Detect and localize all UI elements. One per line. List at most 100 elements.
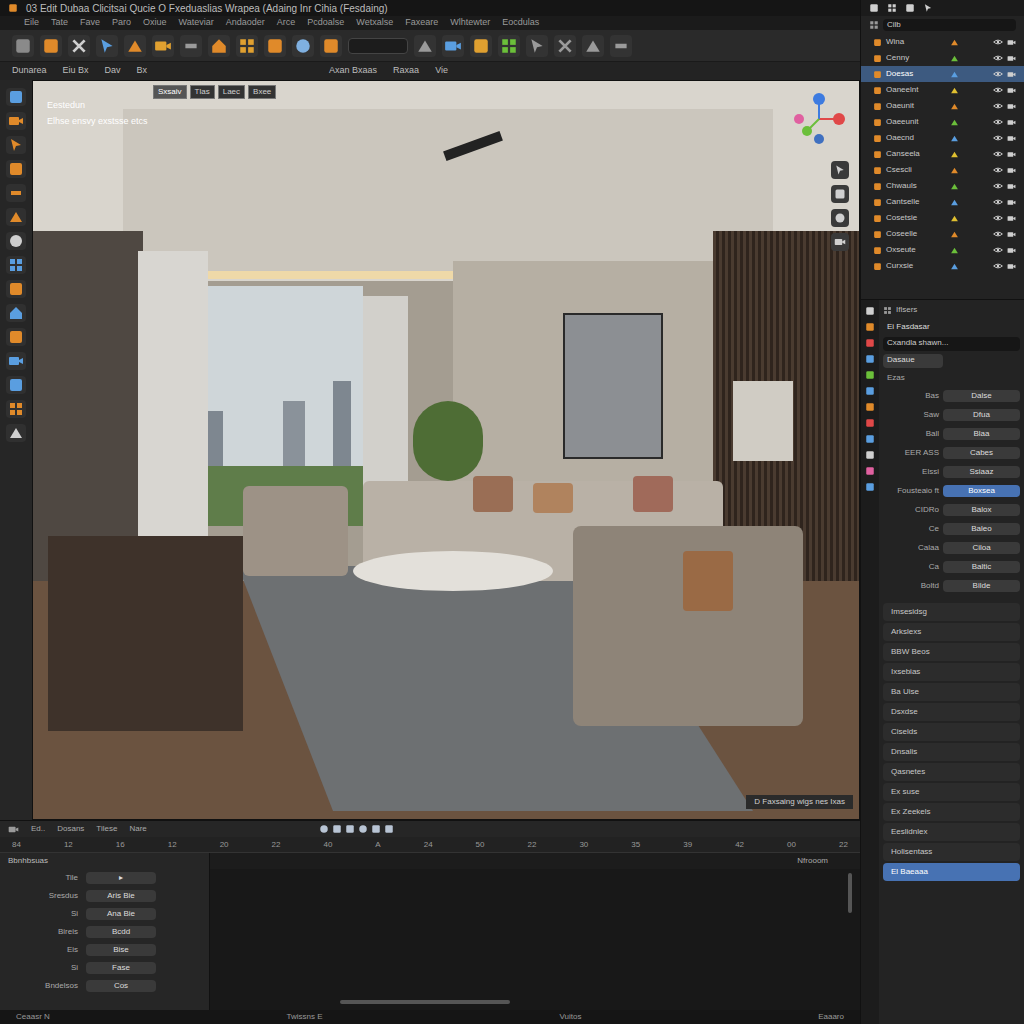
timeline-menu-item[interactable]: Dosans bbox=[57, 823, 84, 835]
properties-tab-icon[interactable] bbox=[865, 306, 875, 316]
render-icon[interactable] bbox=[1007, 230, 1016, 239]
property-value[interactable]: Aris Bie bbox=[86, 890, 156, 902]
viewport-tab[interactable]: Tlas bbox=[190, 85, 215, 99]
eye-icon[interactable] bbox=[993, 229, 1003, 239]
render-icon[interactable] bbox=[1007, 70, 1016, 79]
property-value[interactable]: ▸ bbox=[86, 872, 156, 884]
menu-item[interactable]: Wetxalse bbox=[356, 16, 393, 30]
menu-item[interactable]: Tate bbox=[51, 16, 68, 30]
tool-icon[interactable] bbox=[470, 35, 492, 57]
property-value[interactable]: Blaa bbox=[943, 428, 1020, 440]
eye-icon[interactable] bbox=[993, 197, 1003, 207]
tool-icon[interactable] bbox=[442, 35, 464, 57]
outliner-tool-icon[interactable] bbox=[923, 3, 933, 13]
viewport-tab[interactable]: Bxee bbox=[248, 85, 276, 99]
outliner-item[interactable]: Oaneelnt bbox=[861, 82, 1024, 98]
properties-list-item[interactable]: El Baeaaa bbox=[883, 863, 1020, 881]
tool-icon[interactable] bbox=[124, 35, 146, 57]
tool-icon[interactable] bbox=[6, 184, 26, 202]
tool-icon[interactable] bbox=[6, 376, 26, 394]
menu-item[interactable]: Oxiue bbox=[143, 16, 167, 30]
tool-icon[interactable] bbox=[554, 35, 576, 57]
tool-icon[interactable] bbox=[414, 35, 436, 57]
properties-list-item[interactable]: Arkslexs bbox=[883, 623, 1020, 641]
outliner-item[interactable]: Oaeunit bbox=[861, 98, 1024, 114]
properties-tab-icon[interactable] bbox=[865, 402, 875, 412]
viewport-menu-item[interactable]: Dunarea bbox=[12, 64, 47, 78]
render-icon[interactable] bbox=[1007, 246, 1016, 255]
tool-icon[interactable] bbox=[40, 35, 62, 57]
viewport-tab[interactable]: Laec bbox=[218, 85, 245, 99]
properties-tab-icon[interactable] bbox=[865, 338, 875, 348]
tool-icon[interactable] bbox=[6, 280, 26, 298]
tool-icon[interactable] bbox=[526, 35, 548, 57]
scrollbar[interactable] bbox=[848, 873, 852, 913]
eye-icon[interactable] bbox=[993, 69, 1003, 79]
tool-icon[interactable] bbox=[6, 232, 26, 250]
scrollbar[interactable] bbox=[340, 1000, 510, 1004]
eye-icon[interactable] bbox=[993, 53, 1003, 63]
eye-icon[interactable] bbox=[993, 149, 1003, 159]
viewport-menu-item[interactable]: Eiu Bx bbox=[63, 64, 89, 78]
eye-icon[interactable] bbox=[993, 213, 1003, 223]
outliner-item[interactable]: Oaecnd bbox=[861, 130, 1024, 146]
tool-icon[interactable] bbox=[6, 112, 26, 130]
render-icon[interactable] bbox=[1007, 182, 1016, 191]
outliner-tool-icon[interactable] bbox=[887, 3, 897, 13]
properties-list-item[interactable]: Ciselds bbox=[883, 723, 1020, 741]
axis-gizmo-icon[interactable] bbox=[791, 91, 847, 147]
property-value[interactable]: Balox bbox=[943, 504, 1020, 516]
properties-list-item[interactable]: Dsxdse bbox=[883, 703, 1020, 721]
eye-icon[interactable] bbox=[993, 165, 1003, 175]
render-icon[interactable] bbox=[1007, 118, 1016, 127]
tool-icon[interactable] bbox=[292, 35, 314, 57]
render-icon[interactable] bbox=[1007, 166, 1016, 175]
viewport-menu-item[interactable]: Axan Bxaas bbox=[329, 64, 377, 78]
playback-icon[interactable] bbox=[319, 824, 329, 834]
property-value[interactable]: Bise bbox=[86, 944, 156, 956]
tool-icon[interactable] bbox=[152, 35, 174, 57]
property-value[interactable]: Ana Bie bbox=[86, 908, 156, 920]
property-value[interactable]: Fase bbox=[86, 962, 156, 974]
viewport-tab[interactable]: Sxsaiv bbox=[153, 85, 187, 99]
property-value[interactable]: Ssiaaz bbox=[943, 466, 1020, 478]
render-icon[interactable] bbox=[1007, 54, 1016, 63]
outliner-item[interactable]: Oxseute bbox=[861, 242, 1024, 258]
eye-icon[interactable] bbox=[993, 261, 1003, 271]
eye-icon[interactable] bbox=[993, 133, 1003, 143]
menu-item[interactable]: Pcdoalse bbox=[307, 16, 344, 30]
properties-list-item[interactable]: Ex Zeekels bbox=[883, 803, 1020, 821]
render-icon[interactable] bbox=[1007, 86, 1016, 95]
nav-icon[interactable] bbox=[831, 233, 849, 251]
tool-icon[interactable] bbox=[6, 256, 26, 274]
menu-item[interactable]: Eocdulas bbox=[502, 16, 539, 30]
menu-item[interactable]: Wateviar bbox=[179, 16, 214, 30]
timeline-menu-item[interactable]: Ed.. bbox=[31, 823, 45, 835]
timeline-menu-item[interactable]: Nare bbox=[129, 823, 146, 835]
properties-tab-icon[interactable] bbox=[865, 386, 875, 396]
properties-list-item[interactable]: Eeslidnlex bbox=[883, 823, 1020, 841]
nav-icon[interactable] bbox=[831, 185, 849, 203]
property-value[interactable]: Cabes bbox=[943, 447, 1020, 459]
outliner-item[interactable]: Coseelle bbox=[861, 226, 1024, 242]
properties-list-item[interactable]: Ba Uise bbox=[883, 683, 1020, 701]
playback-icon[interactable] bbox=[332, 824, 342, 834]
eye-icon[interactable] bbox=[993, 101, 1003, 111]
properties-tab-icon[interactable] bbox=[865, 434, 875, 444]
render-icon[interactable] bbox=[1007, 134, 1016, 143]
tool-icon[interactable] bbox=[96, 35, 118, 57]
eye-icon[interactable] bbox=[993, 117, 1003, 127]
outliner-item[interactable]: Csescli bbox=[861, 162, 1024, 178]
viewport-menu-item[interactable]: Vie bbox=[435, 64, 448, 78]
property-value[interactable]: Bcdd bbox=[86, 926, 156, 938]
tool-icon[interactable] bbox=[236, 35, 258, 57]
tool-icon[interactable] bbox=[582, 35, 604, 57]
tool-icon[interactable] bbox=[6, 400, 26, 418]
eye-icon[interactable] bbox=[993, 37, 1003, 47]
render-icon[interactable] bbox=[1007, 150, 1016, 159]
eye-icon[interactable] bbox=[993, 85, 1003, 95]
property-value[interactable]: Baltic bbox=[943, 561, 1020, 573]
outliner-tool-icon[interactable] bbox=[905, 3, 915, 13]
render-icon[interactable] bbox=[1007, 262, 1016, 271]
properties-list-item[interactable]: Holisentass bbox=[883, 843, 1020, 861]
